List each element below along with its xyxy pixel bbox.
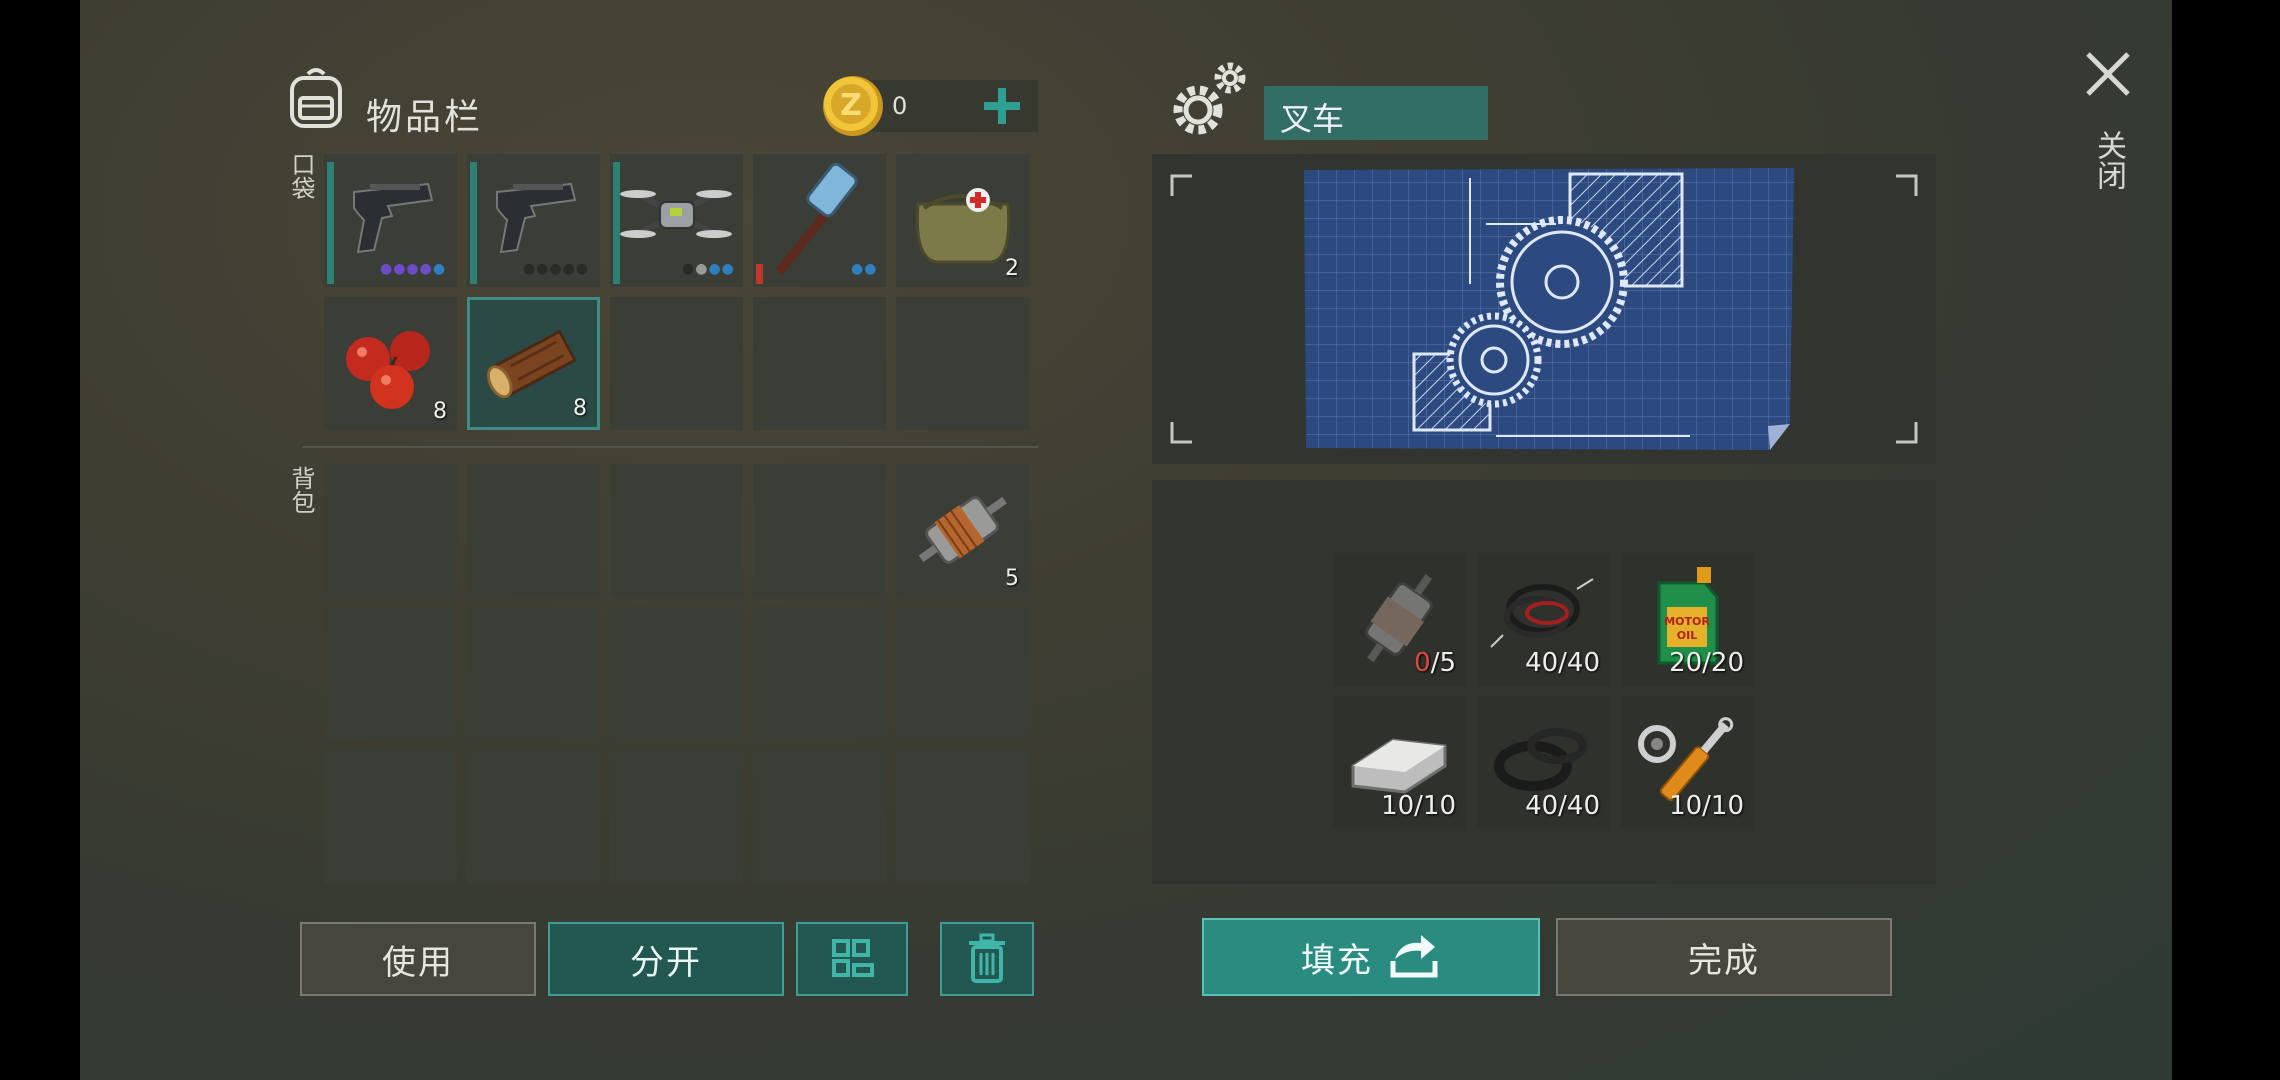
inventory-slot[interactable]: 2 bbox=[896, 154, 1029, 287]
ingredient-have: 10 bbox=[1669, 791, 1703, 821]
game-screen: 物品栏 Z 0 口袋 背包 ●●●●● ●●●●● ●●●● ●● 2 8 8 … bbox=[80, 0, 2172, 1080]
inventory-slot[interactable]: 8 bbox=[324, 297, 457, 430]
blueprint-panel bbox=[1152, 154, 1936, 464]
inventory-slot[interactable]: 5 bbox=[896, 464, 1029, 597]
coin-icon: Z bbox=[820, 72, 886, 140]
backpack-label: 背包 bbox=[287, 466, 315, 514]
ingredient-need: /40 bbox=[1558, 791, 1600, 821]
trash-icon bbox=[969, 933, 1005, 983]
use-button[interactable]: 使用 bbox=[300, 922, 536, 996]
inventory-slot-empty[interactable] bbox=[753, 750, 886, 883]
coin-count: 0 bbox=[892, 92, 908, 120]
blueprint-icon bbox=[1304, 168, 1794, 450]
inventory-slot-empty[interactable] bbox=[324, 607, 457, 740]
inventory-slot-empty[interactable] bbox=[896, 297, 1029, 430]
ingredient-need: /40 bbox=[1558, 648, 1600, 678]
fill-button[interactable]: 填充 bbox=[1202, 918, 1540, 996]
inventory-slot-empty[interactable] bbox=[753, 297, 886, 430]
ingredient-need: /20 bbox=[1702, 648, 1744, 678]
fill-arrow-icon bbox=[1390, 935, 1438, 978]
svg-text:MOTOR: MOTOR bbox=[1664, 615, 1710, 628]
recipe-ingredient[interactable]: 10/10 bbox=[1621, 696, 1754, 829]
close-label: 关闭 bbox=[2091, 130, 2126, 190]
grid-sort-icon bbox=[832, 939, 874, 977]
fill-label: 填充 bbox=[1301, 940, 1373, 981]
inventory-slot-empty[interactable] bbox=[610, 297, 743, 430]
inventory-slot-selected[interactable]: 8 bbox=[467, 297, 600, 430]
recipe-ingredient[interactable]: MOTOR OIL 20/20 bbox=[1621, 553, 1754, 686]
recipe-ingredient[interactable]: 40/40 bbox=[1477, 696, 1610, 829]
inventory-slot-empty[interactable] bbox=[467, 607, 600, 740]
sort-button[interactable] bbox=[796, 922, 908, 996]
gears-icon bbox=[1168, 56, 1254, 142]
close-icon bbox=[2086, 52, 2130, 96]
section-divider bbox=[302, 446, 1038, 448]
svg-text:OIL: OIL bbox=[1677, 629, 1697, 642]
inventory-slot[interactable]: ●●●● bbox=[610, 154, 743, 287]
inventory-slot-empty[interactable] bbox=[753, 464, 886, 597]
ingredient-need: /10 bbox=[1414, 791, 1456, 821]
inventory-slot-empty[interactable] bbox=[610, 750, 743, 883]
inventory-slot-empty[interactable] bbox=[896, 607, 1029, 740]
split-button[interactable]: 分开 bbox=[548, 922, 784, 996]
ingredient-have: 0 bbox=[1414, 648, 1431, 678]
add-coins-button[interactable] bbox=[980, 84, 1024, 128]
ingredient-have: 40 bbox=[1525, 791, 1559, 821]
craft-name-field: 叉车 bbox=[1264, 86, 1488, 140]
inventory-slot-empty[interactable] bbox=[467, 750, 600, 883]
inventory-slot[interactable]: ●●●●● bbox=[324, 154, 457, 287]
inventory-slot-empty[interactable] bbox=[324, 750, 457, 883]
inventory-slot[interactable]: ●● bbox=[753, 154, 886, 287]
ingredient-have: 20 bbox=[1669, 648, 1703, 678]
inventory-slot-empty[interactable] bbox=[610, 607, 743, 740]
inventory-slot-empty[interactable] bbox=[753, 607, 886, 740]
ingredient-have: 40 bbox=[1525, 648, 1559, 678]
done-button[interactable]: 完成 bbox=[1556, 918, 1892, 996]
pocket-label: 口袋 bbox=[287, 152, 315, 200]
inventory-title: 物品栏 bbox=[366, 97, 484, 138]
recipe-ingredient[interactable]: 10/10 bbox=[1333, 696, 1466, 829]
ingredient-need: /10 bbox=[1702, 791, 1744, 821]
svg-text:Z: Z bbox=[840, 88, 862, 123]
recipe-ingredient[interactable]: 0/5 bbox=[1333, 553, 1466, 686]
inventory-slot-empty[interactable] bbox=[610, 464, 743, 597]
backpack-icon bbox=[286, 64, 346, 132]
plus-icon bbox=[984, 88, 1020, 124]
ingredient-need: /5 bbox=[1430, 648, 1456, 678]
craft-name: 叉车 bbox=[1280, 100, 1345, 138]
delete-button[interactable] bbox=[940, 922, 1034, 996]
inventory-slot-empty[interactable] bbox=[467, 464, 600, 597]
inventory-slot-empty[interactable] bbox=[324, 464, 457, 597]
recipe-ingredient[interactable]: 40/40 bbox=[1477, 553, 1610, 686]
inventory-slot[interactable]: ●●●●● bbox=[467, 154, 600, 287]
ingredient-have: 10 bbox=[1381, 791, 1415, 821]
close-button[interactable]: 关闭 bbox=[2080, 48, 2144, 212]
inventory-slot-empty[interactable] bbox=[896, 750, 1029, 883]
